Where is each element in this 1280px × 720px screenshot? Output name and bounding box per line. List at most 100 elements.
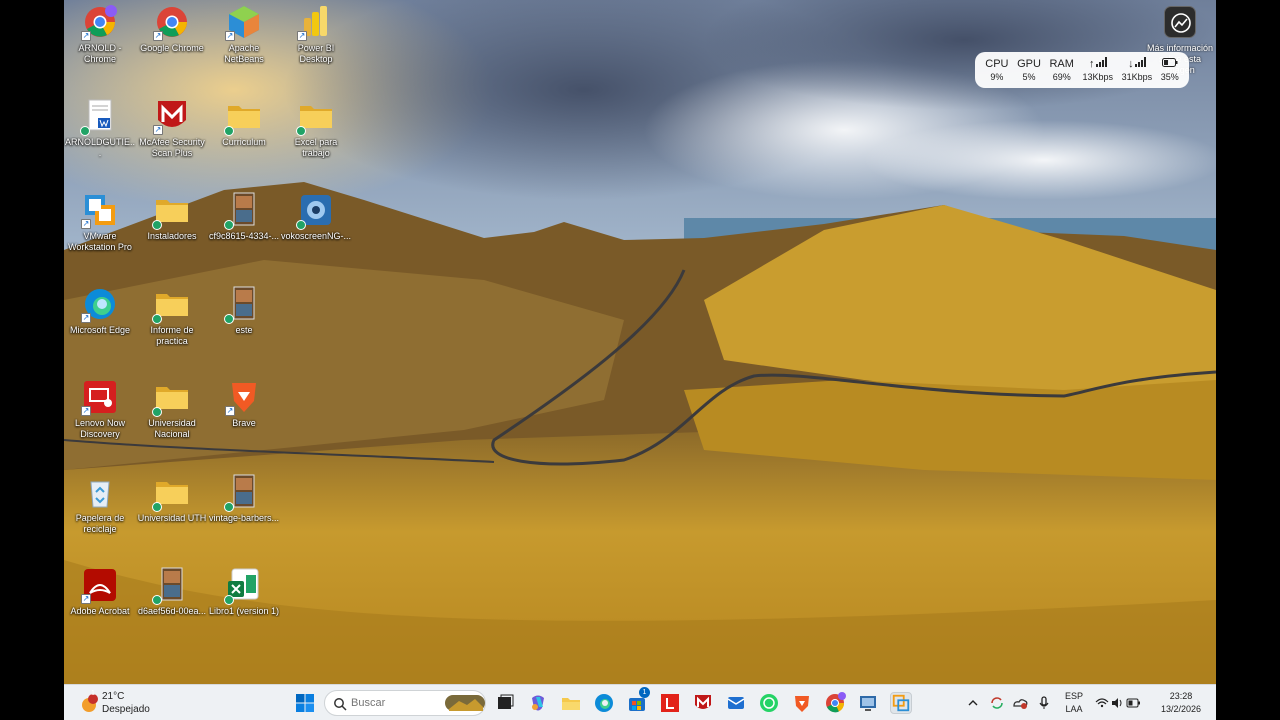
battery-icon [1161,57,1179,71]
desktop-icon[interactable]: ↗ McAfee Security Scan Plus [136,98,208,159]
desktop-icon[interactable]: ↗ ARNOLD - Chrome [64,4,136,65]
weather-widget[interactable]: 1 21°C Despejado [76,689,166,717]
performance-monitor[interactable]: CPU 9% GPU 5% RAM 69% ↑ 13Kbps ↓ 31Kbps … [975,52,1189,88]
chrome-icon [826,692,846,713]
sync-status-icon [224,126,234,136]
whatsapp-icon [760,694,778,712]
desktop-icon-label: d6aef56d-00ea... [137,606,207,616]
desktop-icon[interactable]: d6aef56d-00ea... [136,567,208,617]
desktop-icon-label: Apache NetBeans [224,43,264,64]
shortcut-arrow-icon: ↗ [81,594,91,604]
excel-icon [224,567,262,605]
cloud-alert-icon [1013,699,1028,709]
desktop-icon[interactable]: ↗ Google Chrome [136,4,208,54]
acrobat-icon: ↗ [81,567,118,604]
whatsapp-button[interactable] [758,692,780,714]
image-info-button[interactable] [1164,6,1196,38]
folder-icon [152,474,190,512]
perf-ram: RAM 69% [1049,57,1074,82]
weather-temp: 21°C [102,691,125,702]
perf-gpu: GPU 5% [1017,57,1041,82]
task-view-button[interactable] [494,692,516,714]
start-button[interactable] [294,692,316,714]
vmware-icon [892,694,910,712]
mcafee-taskbar-button[interactable] [692,692,714,714]
shortcut-arrow-icon: ↗ [153,31,163,41]
desktop-icon[interactable]: Universidad UTH [136,474,208,524]
clock[interactable]: 23:28 13/2/2026 [1154,691,1208,715]
desktop-icon[interactable]: Instaladores [136,192,208,242]
outlook-button[interactable] [725,692,747,714]
taskbar: 1 21°C Despejado Buscar 1 ESP LAA 23:28 … [64,684,1216,720]
desktop-icon[interactable]: cf9c8615-4334-... [208,192,280,242]
netbeans-taskbar-button[interactable] [857,692,879,714]
desktop-icon[interactable]: vokoscreenNG-... [280,192,352,242]
desktop-icon[interactable]: Libro1 (version 1) [208,567,280,617]
download-signal-icon: ↓ [1122,57,1153,71]
mcafee-icon [695,695,711,709]
desktop-icon-label: Brave [232,418,256,428]
desktop-icon-label: Microsoft Edge [69,325,131,335]
lenovo-now-icon: ↗ [81,379,118,416]
desktop-icon[interactable]: ↗ Apache NetBeans [208,4,280,65]
copilot-button[interactable] [527,692,549,714]
weather-badge: 1 [91,690,95,697]
desktop-icon[interactable]: ↗ VMware Workstation Pro [64,192,136,253]
sync-status-icon [152,220,162,230]
edge-taskbar-button[interactable] [593,692,615,714]
microphone-button[interactable] [1036,692,1052,714]
perf-battery: 35% [1161,57,1179,83]
desktop-icon[interactable]: ↗ Lenovo Now Discovery [64,379,136,440]
search-input[interactable] [351,695,431,711]
desktop-icon[interactable]: ↗ Adobe Acrobat [64,567,136,617]
vmware-taskbar-button[interactable] [890,692,912,714]
desktop-icon-label: Google Chrome [140,43,204,53]
desktop-icon[interactable]: este [208,286,280,336]
desktop-icon-label: McAfee Security Scan Plus [139,137,205,158]
search-icon [334,698,347,711]
desktop-icon[interactable]: Curriculum [208,98,280,148]
desktop-icon-label: ARNOLDGUTIE... [64,137,135,158]
network-volume-battery-icons [1095,698,1140,708]
desktop-icon[interactable]: ↗ Microsoft Edge [64,286,136,336]
shortcut-arrow-icon: ↗ [153,125,163,135]
folder-icon [152,379,190,417]
store-button[interactable]: 1 [626,687,650,714]
desktop-icon[interactable]: Papelera de reciclaje [64,474,136,535]
shortcut-arrow-icon: ↗ [81,31,91,41]
desktop-icon[interactable]: vintage-barbers... [208,474,280,524]
desktop-icon-label: Excel para trabajo [294,137,338,158]
lenovo-button[interactable] [659,692,681,714]
sync-status-icon [152,595,162,605]
mcafee-icon: ↗ [153,98,190,135]
cloud-tray-icon-button[interactable] [1011,692,1029,714]
desktop-icon[interactable]: Excel para trabajo [280,98,352,159]
desktop-icon[interactable]: ↗ Power BI Desktop [280,4,352,65]
desktop-icon-label: Lenovo Now Discovery [74,418,126,439]
file-explorer-button[interactable] [560,692,582,714]
input-language[interactable]: ESP LAA [1064,691,1084,715]
shortcut-arrow-icon: ↗ [81,219,91,229]
desktop-screen: ↗ ARNOLD - Chrome ↗ Google Chrome ↗ Apache Ne… [64,0,1216,720]
shortcut-arrow-icon: ↗ [225,31,235,41]
sync-tray-icon-button[interactable] [988,692,1006,714]
folder-icon [224,98,262,136]
edge-icon: ↗ [81,286,118,323]
desktop-icon[interactable]: Informe de practica [136,286,208,347]
desktop-icon[interactable]: ARNOLDGUTIE... [64,98,136,159]
sync-status-icon [80,126,90,136]
brave-taskbar-button[interactable] [791,692,813,714]
image-file-icon [224,192,262,230]
desktop-icon-label: cf9c8615-4334-... [208,231,280,241]
desktop-icon-label: Curriculum [222,137,266,147]
desktop-icon[interactable]: Universidad Nacional [136,379,208,440]
desktop-icon[interactable]: ↗ Brave [208,379,280,429]
brave-icon [795,696,809,712]
shortcut-arrow-icon: ↗ [81,313,91,323]
quick-settings-button[interactable] [1094,692,1142,714]
tray-overflow-chevron[interactable] [966,692,980,714]
chrome-taskbar-button[interactable] [824,692,846,714]
taskbar-search-box[interactable] [324,690,486,716]
desktop-icon-label: vokoscreenNG-... [280,231,352,241]
sync-status-icon [296,220,306,230]
